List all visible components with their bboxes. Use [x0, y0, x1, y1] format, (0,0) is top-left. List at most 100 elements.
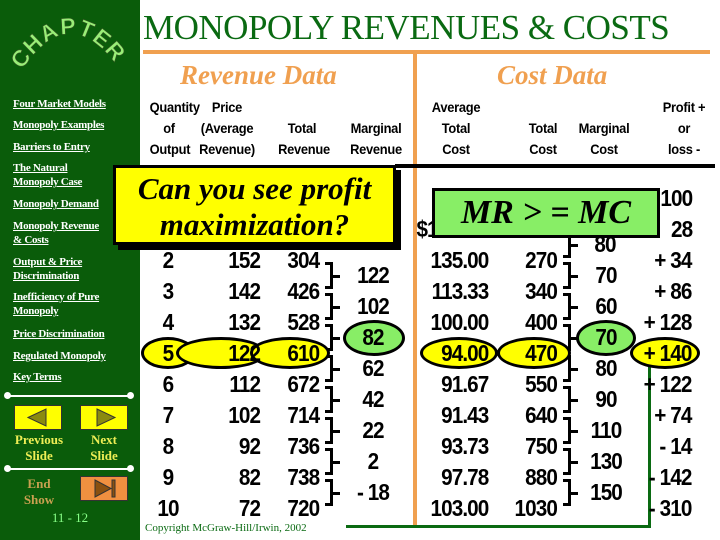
price-cell: 142	[228, 278, 261, 304]
sidebar-nav-item[interactable]: Regulated Monopoly	[13, 349, 106, 363]
svg-text:CHAPTER: CHAPTER	[10, 13, 130, 73]
average-total-cost-cell: 91.67	[441, 371, 489, 397]
nav-item-label: Monopoly Examples	[13, 119, 105, 131]
average-total-cost-cell: 135.00	[430, 247, 489, 273]
profit-cell: + 128	[643, 309, 693, 335]
end-show-label[interactable]: End Show	[6, 476, 72, 508]
next-slide-label[interactable]: Next Slide	[74, 432, 134, 464]
header-line: Profit +	[662, 99, 706, 115]
quantity-cell: 7	[162, 402, 175, 428]
bracket	[325, 262, 340, 289]
marginal-revenue-cell: 22	[362, 417, 384, 443]
nav-item-label-line2: Monopoly	[13, 305, 59, 317]
header-line: Marginal	[578, 120, 630, 136]
header-line: Marginal	[350, 120, 402, 136]
bracket	[325, 386, 340, 413]
column-header-price: Price (Average Revenue)	[198, 97, 255, 160]
header-line: Total	[528, 120, 558, 136]
bracket	[325, 417, 340, 444]
sidebar-nav-item[interactable]: Key Terms	[13, 370, 62, 384]
section-divider	[413, 52, 417, 526]
nav-item-label: Output & Price	[13, 256, 83, 268]
column-header-quantity: Quantity of Output	[150, 97, 200, 160]
nav-item-label: Key Terms	[13, 371, 62, 383]
sidebar-nav-item[interactable]: Four Market Models	[13, 97, 106, 111]
bracket	[563, 262, 578, 289]
sidebar-nav-item[interactable]: Output & Price Discrimination	[13, 255, 82, 283]
marginal-cost-cell: 150	[590, 479, 623, 505]
quantity-cell: 5	[162, 340, 175, 366]
average-total-cost-cell: 103.00	[430, 495, 489, 521]
total-revenue-cell: 610	[287, 340, 320, 366]
marginal-revenue-cell: 42	[362, 386, 384, 412]
header-line: of	[163, 120, 175, 136]
header-line: Total	[441, 120, 471, 136]
chapter-logo: CHAPTER	[10, 12, 130, 73]
nav-item-label-line2: Discrimination	[13, 270, 80, 282]
total-revenue-cell: 720	[287, 495, 320, 521]
header-line: Cost	[529, 141, 557, 157]
total-cost-cell: 640	[525, 402, 558, 428]
sidebar: CHAPTER PreviousSlide NextSlide EndShow …	[0, 0, 140, 540]
marginal-cost-cell: 70	[595, 324, 617, 350]
average-total-cost-cell: 94.00	[441, 340, 489, 366]
marginal-cost-cell: 60	[595, 293, 617, 319]
header-rule	[395, 164, 715, 168]
divider	[4, 392, 134, 399]
header-line: Cost	[590, 141, 618, 157]
skip-to-end-icon	[94, 479, 116, 498]
header-line: (Average	[200, 120, 254, 136]
sidebar-nav-item[interactable]: Monopoly Examples	[13, 118, 104, 132]
nav-item-label: Monopoly Demand	[13, 198, 99, 210]
price-cell: 102	[228, 402, 261, 428]
total-revenue-cell: 304	[287, 247, 320, 273]
total-revenue-cell: 738	[287, 464, 320, 490]
revenue-data-heading: Revenue Data	[180, 60, 337, 90]
average-total-cost-cell: 93.73	[441, 433, 489, 459]
sidebar-nav-item[interactable]: Price Discrimination	[13, 327, 105, 341]
nav-item-label: Regulated Monopoly	[13, 350, 106, 362]
end-show-button[interactable]	[80, 476, 128, 501]
next-slide-button[interactable]	[80, 405, 128, 430]
header-line: Revenue	[278, 141, 330, 157]
header-line: Total	[287, 120, 317, 136]
nav-item-label-line2: & Costs	[13, 234, 49, 246]
sidebar-nav-item[interactable]: Monopoly Demand	[13, 197, 99, 211]
profit-cell: + 122	[643, 371, 693, 397]
quantity-cell: 8	[162, 433, 175, 459]
triangle-right-icon	[96, 408, 117, 427]
total-cost-cell: 1030	[514, 495, 558, 521]
header-line: Revenue	[350, 141, 402, 157]
average-total-cost-cell: 113.33	[431, 278, 490, 304]
price-cell: 82	[238, 464, 261, 490]
sidebar-nav-item[interactable]: Monopoly Revenue & Costs	[13, 219, 99, 247]
nav-item-label: Four Market Models	[13, 98, 106, 110]
total-cost-cell: 750	[525, 433, 558, 459]
profit-cell: - 310	[648, 495, 693, 521]
price-cell: 122	[228, 340, 261, 366]
total-cost-cell: 470	[525, 340, 558, 366]
sidebar-nav-item[interactable]: Inefficiency of Pure Monopoly	[13, 290, 99, 318]
header-line: Average	[431, 99, 481, 115]
price-cell: 72	[238, 495, 261, 521]
marginal-cost-cell: 80	[595, 355, 617, 381]
price-cell: 112	[229, 371, 261, 397]
title-underline	[143, 50, 710, 54]
total-revenue-cell: 736	[287, 433, 320, 459]
profit-cell: - 14	[659, 433, 692, 459]
bracket	[563, 386, 578, 413]
previous-slide-label[interactable]: Previous Slide	[6, 432, 72, 464]
header-line: Revenue)	[199, 141, 255, 157]
sidebar-nav-item[interactable]: Barriers to Entry	[13, 140, 90, 154]
previous-slide-button[interactable]	[14, 405, 62, 430]
sidebar-nav-item[interactable]: The Natural Monopoly Case	[13, 161, 82, 189]
bracket	[563, 417, 578, 444]
bracket	[325, 448, 340, 475]
price-cell: 152	[228, 247, 261, 273]
marginal-revenue-cell: 122	[357, 262, 390, 288]
column-header-total-cost: Total Cost	[522, 118, 564, 160]
triangle-left-icon	[26, 408, 47, 427]
profit-cell: + 74	[654, 402, 692, 428]
header-line: loss -	[668, 141, 700, 157]
quantity-cell: 9	[162, 464, 175, 490]
